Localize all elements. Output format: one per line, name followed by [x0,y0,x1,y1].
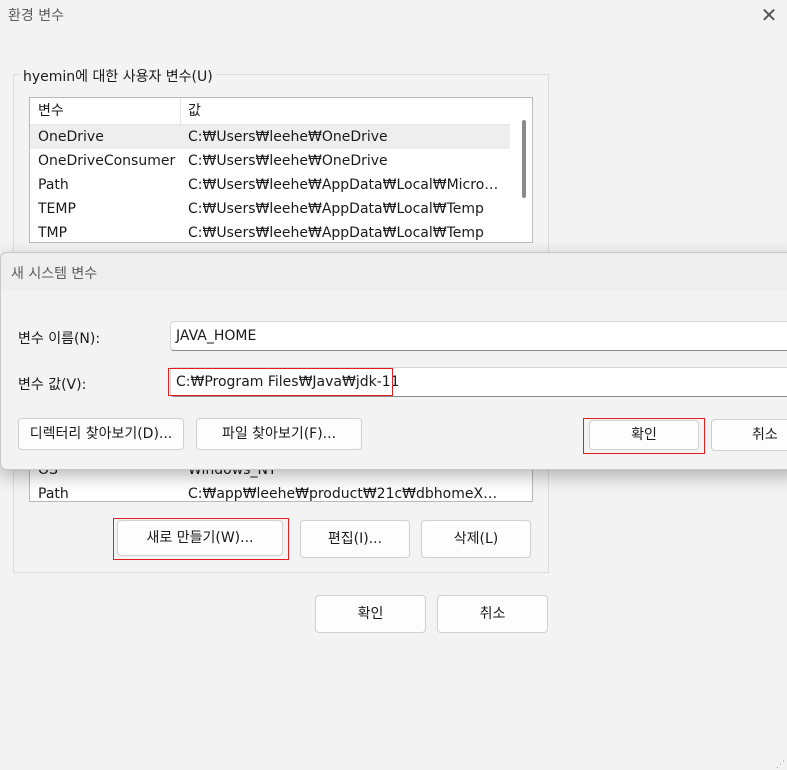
var-value: C:₩Users₩leehe₩AppData₩Local₩Temp [188,225,484,241]
dialog-titlebar: 새 시스템 변수 [1,253,787,291]
browse-directory-button[interactable]: 디렉터리 찾아보기(D)... [18,418,184,450]
list-scrollbar[interactable] [522,120,526,198]
table-row[interactable]: TEMP C:₩Users₩leehe₩AppData₩Local₩Temp [30,197,510,221]
var-name: TEMP [38,201,76,217]
variable-name-label: 변수 이름(N): [18,331,101,347]
user-variables-label: hyemin에 대한 사용자 변수(U) [20,66,216,86]
dialog-title: 새 시스템 변수 [11,266,98,282]
resize-grip-icon[interactable]: ⋰ [776,760,786,770]
var-name: OneDriveConsumer [38,153,176,169]
column-header-name[interactable]: 변수 [38,98,183,124]
new-system-variable-button[interactable]: 새로 만들기(W)... [117,520,283,556]
table-row[interactable]: TMP C:₩Users₩leehe₩AppData₩Local₩Temp [30,221,510,242]
value-highlight [168,368,393,396]
var-value: C:₩Users₩leehe₩OneDrive [188,129,388,145]
ok-button[interactable]: 확인 [315,595,426,633]
var-name: Path [38,177,69,193]
var-value: C:₩Users₩leehe₩AppData₩Local₩Microsoft..… [188,177,500,193]
table-row[interactable]: OneDriveConsumer C:₩Users₩leehe₩OneDrive [30,149,510,173]
user-variables-list[interactable]: 변수 값 OneDrive C:₩Users₩leehe₩OneDrive On… [29,97,533,243]
edit-button[interactable]: 편집(I)... [300,520,410,558]
dialog-cancel-button[interactable]: 취소 [711,419,787,451]
var-name: OneDrive [38,129,104,145]
window-title: 환경 변수 [8,8,64,24]
table-row[interactable]: OneDrive C:₩Users₩leehe₩OneDrive [30,125,510,149]
dialog-ok-button[interactable]: 확인 [589,420,699,450]
list-header: 변수 값 [30,98,510,125]
var-name: Path [38,486,69,502]
table-row[interactable]: Path C:₩Users₩leehe₩AppData₩Local₩Micros… [30,173,510,197]
cancel-button[interactable]: 취소 [437,595,548,633]
var-name: TMP [38,225,68,241]
variable-value-label: 변수 값(V): [18,377,87,393]
var-value: C:₩Users₩leehe₩OneDrive [188,153,388,169]
new-system-variable-dialog: 새 시스템 변수 변수 이름(N): JAVA_HOME 변수 값(V): C:… [0,252,787,470]
column-header-value[interactable]: 값 [188,98,500,124]
var-value: C:₩app₩leehe₩product₩21c₩dbhomeXE₩bi... [188,486,500,502]
browse-file-button[interactable]: 파일 찾아보기(F)... [196,418,362,450]
close-icon[interactable]: ✕ [756,2,782,28]
variable-name-input[interactable]: JAVA_HOME [170,321,787,351]
table-row[interactable]: Path C:₩app₩leehe₩product₩21c₩dbhomeXE₩b… [30,482,510,502]
var-value: C:₩Users₩leehe₩AppData₩Local₩Temp [188,201,484,217]
delete-button[interactable]: 삭제(L) [421,520,531,558]
